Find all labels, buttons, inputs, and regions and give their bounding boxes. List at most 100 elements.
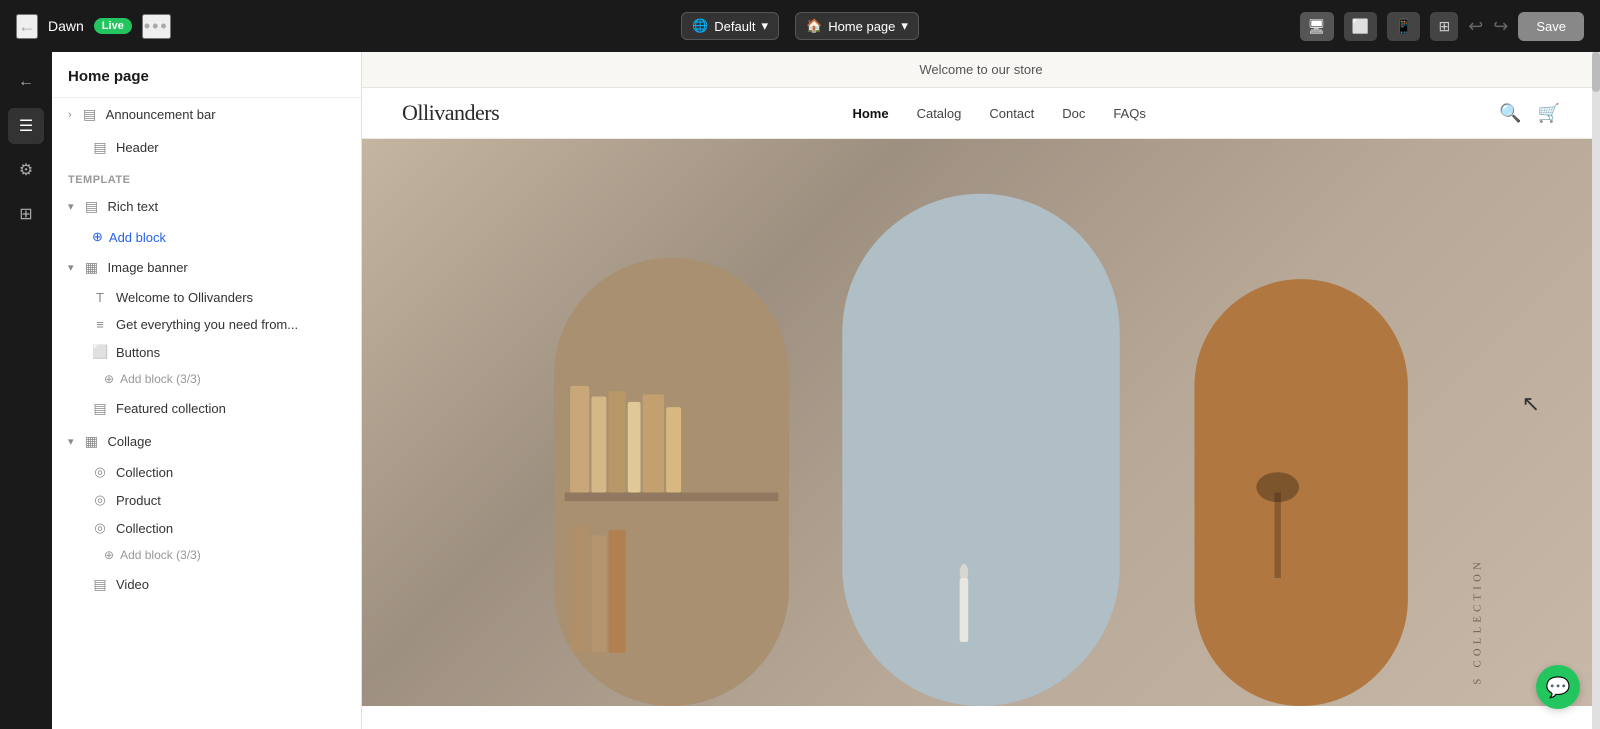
store-announcement-bar: Welcome to our store <box>362 52 1600 88</box>
sidebar-item-buttons[interactable]: ⬜ Buttons <box>52 338 361 366</box>
topbar-center: 🌐 Default ▾ 🏠 Home page ▾ <box>681 12 919 40</box>
topbar-left: ← Dawn Live ••• <box>16 14 669 39</box>
nav-link-faqs[interactable]: FAQs <box>1113 106 1146 121</box>
rich-text-label: Rich text <box>108 199 159 214</box>
hero-area: S COLLECTION SPRING COLLE <box>362 139 1600 706</box>
save-button[interactable]: Save <box>1518 12 1584 41</box>
plus-icon: ⊕ <box>92 229 103 245</box>
collage-icon: ▦ <box>84 433 100 450</box>
sidebar-item-rich-text[interactable]: ▾ ▤ Rich text <box>52 190 361 223</box>
themes-button[interactable]: ⊞ <box>1430 12 1458 41</box>
sidebar-item-video[interactable]: ▤ Video <box>52 568 361 601</box>
hero-text-1: S COLLECTION <box>1471 558 1483 685</box>
chevron-down-icon: ▾ <box>68 435 74 448</box>
hero-background: S COLLECTION SPRING COLLE <box>362 139 1600 706</box>
search-icon[interactable]: 🔍 <box>1499 103 1521 124</box>
store-logo: Ollivanders <box>402 100 499 126</box>
text-lines-icon: ≡ <box>92 317 108 332</box>
redo-button[interactable]: ↪ <box>1493 16 1508 37</box>
welcome-text-label: Welcome to Ollivanders <box>116 290 253 305</box>
icon-sidebar: ← ☰ ⚙ ⊞ <box>0 52 52 729</box>
preview-scrollbar[interactable] <box>1592 52 1600 729</box>
collection-2-label: Collection <box>116 521 173 536</box>
sections-button[interactable]: ☰ <box>8 108 44 144</box>
store-nav: Ollivanders Home Catalog Contact Doc FAQ… <box>362 88 1600 139</box>
image-banner-label: Image banner <box>108 260 188 275</box>
globe-icon: 🌐 <box>692 18 708 34</box>
sidebar-item-welcome-text[interactable]: T Welcome to Ollivanders <box>52 284 361 311</box>
topbar: ← Dawn Live ••• 🌐 Default ▾ 🏠 Home page … <box>0 0 1600 52</box>
chevron-down-icon: ▾ <box>761 18 768 34</box>
featured-collection-label: Featured collection <box>116 401 226 416</box>
chevron-down-icon: ▾ <box>901 18 908 34</box>
hero-arches-svg: S COLLECTION SPRING COLLE <box>362 139 1600 706</box>
add-block-rich-text-button[interactable]: ⊕ Add block <box>52 223 361 251</box>
preview-inner: Welcome to our store Ollivanders Home Ca… <box>362 52 1600 729</box>
header-icon: ▤ <box>92 139 108 156</box>
theme-label: Default <box>714 19 755 34</box>
home-icon: 🏠 <box>806 18 822 34</box>
sidebar-item-collage[interactable]: ▾ ▦ Collage <box>52 425 361 458</box>
plus-circle-icon: ⊕ <box>104 372 114 386</box>
button-block-icon: ⬜ <box>92 344 108 360</box>
more-button[interactable]: ••• <box>142 14 171 39</box>
live-badge: Live <box>94 18 132 34</box>
sidebar-item-product[interactable]: ◎ Product <box>52 486 361 514</box>
collection-1-label: Collection <box>116 465 173 480</box>
sidebar-item-collection-1[interactable]: ◎ Collection <box>52 458 361 486</box>
rich-text-icon: ▤ <box>84 198 100 215</box>
page-select[interactable]: 🏠 Home page ▾ <box>795 12 919 40</box>
preview-area: Welcome to our store Ollivanders Home Ca… <box>362 52 1600 729</box>
undo-button[interactable]: ↩ <box>1468 16 1483 37</box>
chevron-right-icon: › <box>68 109 72 121</box>
chevron-down-icon: ▾ <box>68 261 74 274</box>
desktop-view-button[interactable]: 🖥 <box>1300 12 1334 41</box>
sidebar-item-header[interactable]: ▤ Header <box>52 131 361 164</box>
add-block-collage-disabled-label: Add block (3/3) <box>120 548 201 562</box>
cart-icon[interactable]: 🛒 <box>1538 103 1560 124</box>
collection-icon-1: ◎ <box>92 464 108 480</box>
sidebar-item-featured-collection[interactable]: ▤ Featured collection <box>52 392 361 425</box>
video-icon: ▤ <box>92 576 108 593</box>
chevron-down-icon: ▾ <box>68 200 74 213</box>
buttons-label: Buttons <box>116 345 160 360</box>
nav-link-doc[interactable]: Doc <box>1062 106 1085 121</box>
sidebar-item-get-everything[interactable]: ≡ Get everything you need from... <box>52 311 361 338</box>
announcement-bar-label: Announcement bar <box>106 107 216 122</box>
nav-link-home[interactable]: Home <box>852 106 888 121</box>
nav-link-catalog[interactable]: Catalog <box>917 106 962 121</box>
image-banner-icon: ▦ <box>84 259 100 276</box>
plus-circle-icon: ⊕ <box>104 548 114 562</box>
panel-title: Home page <box>52 52 361 98</box>
back-nav-button[interactable]: ← <box>8 64 44 100</box>
get-everything-label: Get everything you need from... <box>116 317 298 332</box>
template-label: Template <box>52 164 361 190</box>
header-label: Header <box>116 140 159 155</box>
scrollbar-thumb <box>1592 52 1600 92</box>
add-block-disabled-label: Add block (3/3) <box>120 372 201 386</box>
main-area: ← ☰ ⚙ ⊞ Home page › ▤ Announcement bar ▤… <box>0 52 1600 729</box>
panel-scroll-area[interactable]: › ▤ Announcement bar ▤ Header Template ▾… <box>52 98 361 729</box>
settings-button[interactable]: ⚙ <box>8 152 44 188</box>
add-block-image-banner-disabled: ⊕ Add block (3/3) <box>52 366 361 392</box>
chat-icon: 💬 <box>1546 675 1571 700</box>
apps-button[interactable]: ⊞ <box>8 196 44 232</box>
page-label: Home page <box>828 19 895 34</box>
video-label: Video <box>116 577 149 592</box>
theme-select[interactable]: 🌐 Default ▾ <box>681 12 779 40</box>
sidebar-item-announcement-bar[interactable]: › ▤ Announcement bar <box>52 98 361 131</box>
topbar-right: 🖥 ⬜ 📱 ⊞ ↩ ↪ Save <box>931 12 1584 41</box>
add-block-collage-disabled: ⊕ Add block (3/3) <box>52 542 361 568</box>
store-nav-links: Home Catalog Contact Doc FAQs <box>852 106 1145 121</box>
chat-bubble-button[interactable]: 💬 <box>1536 665 1580 709</box>
back-button[interactable]: ← <box>16 14 38 39</box>
text-block-icon: T <box>92 290 108 305</box>
mobile-view-button[interactable]: 📱 <box>1387 12 1420 41</box>
tablet-view-button[interactable]: ⬜ <box>1344 12 1377 41</box>
arch-right <box>1194 279 1407 706</box>
arch-middle <box>842 194 1119 706</box>
sidebar-item-image-banner[interactable]: ▾ ▦ Image banner <box>52 251 361 284</box>
nav-link-contact[interactable]: Contact <box>989 106 1034 121</box>
collage-label: Collage <box>108 434 152 449</box>
sidebar-item-collection-2[interactable]: ◎ Collection <box>52 514 361 542</box>
